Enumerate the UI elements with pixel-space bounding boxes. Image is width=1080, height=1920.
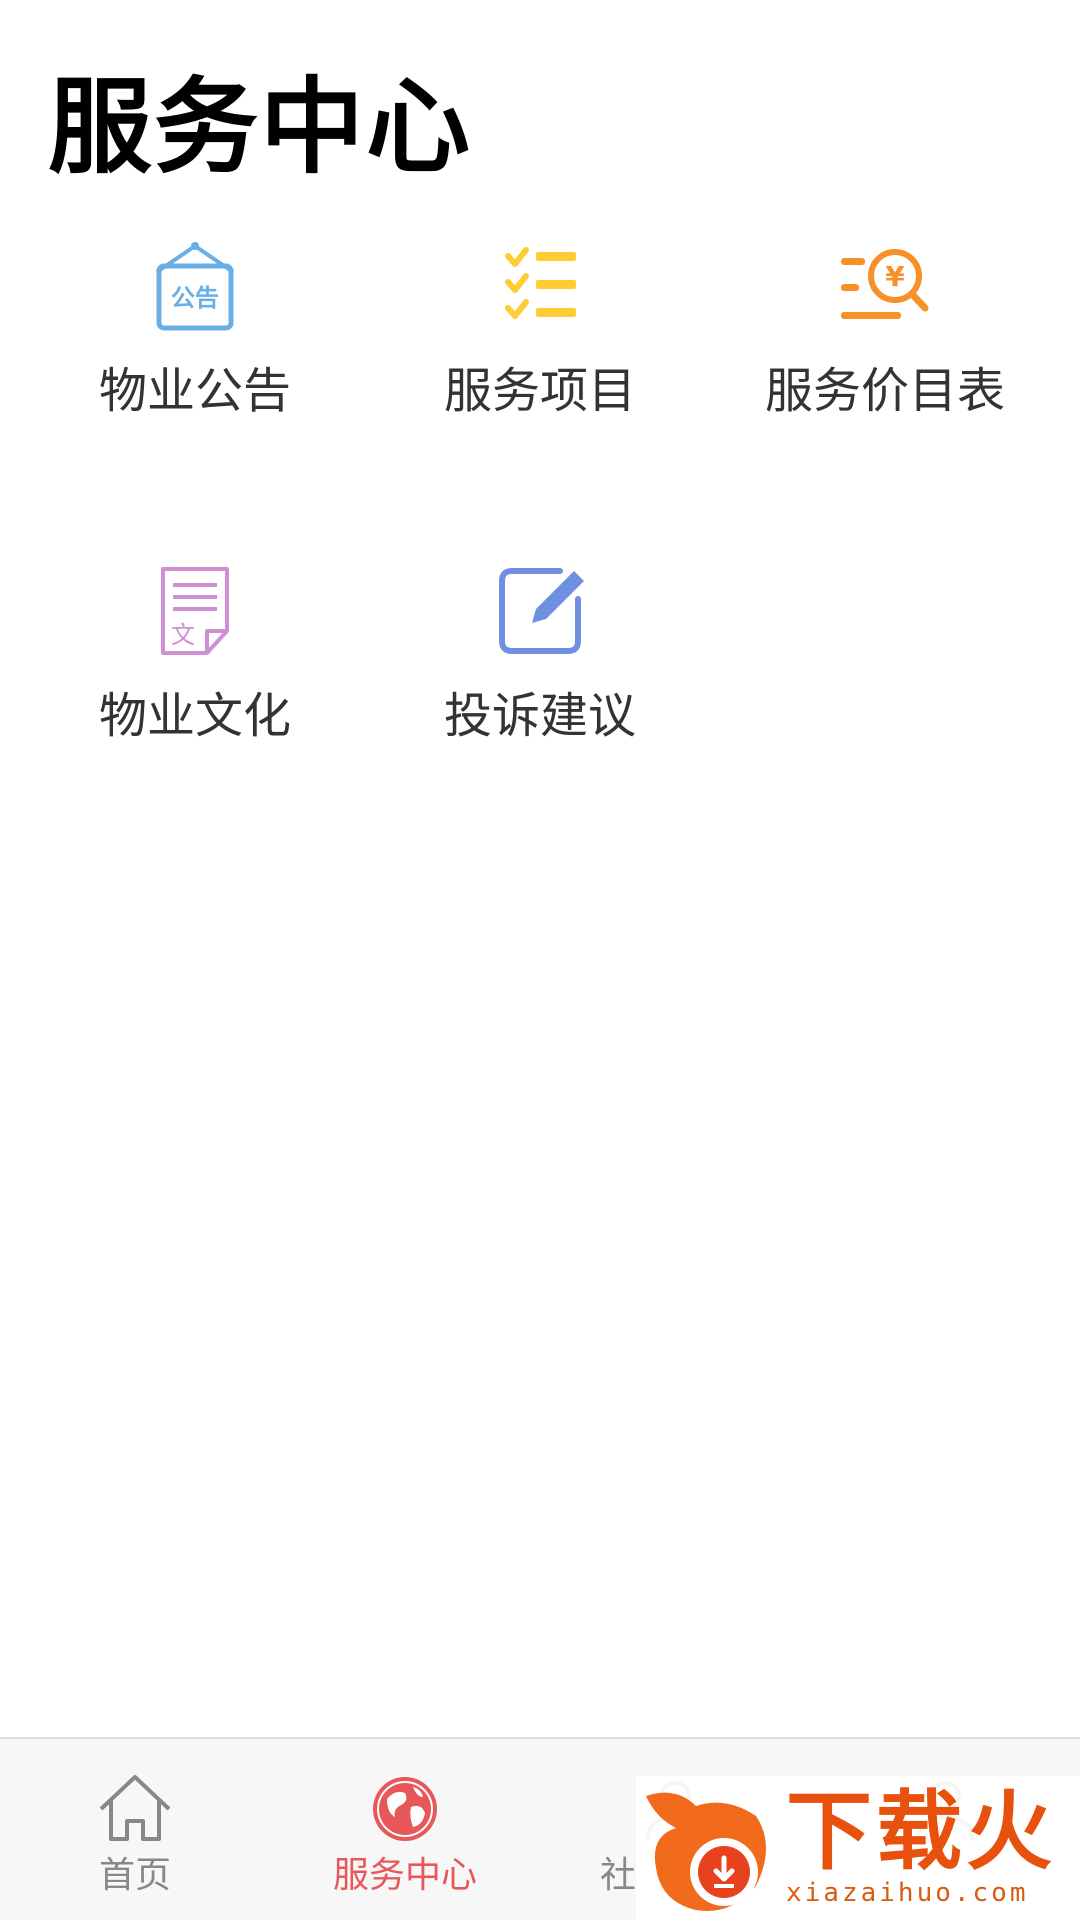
service-item-projects[interactable]: 服务项目 xyxy=(360,236,720,486)
service-item-culture[interactable]: 文 物业文化 xyxy=(15,561,375,811)
tab-home[interactable]: 首页 xyxy=(0,1739,270,1920)
service-label: 物业文化 xyxy=(98,688,291,744)
tab-label: 服务中心 xyxy=(332,1855,477,1896)
page-title: 服务中心 xyxy=(48,66,473,188)
service-label: 投诉建议 xyxy=(443,688,636,744)
edit-icon xyxy=(499,568,584,654)
screen: 服务中心 公告 物业公告 服务项目 ¥ 服务价目表 文 物业文化 投诉建议 首页… xyxy=(0,0,1080,1920)
document-icon: 文 xyxy=(161,567,229,655)
service-item-notice[interactable]: 公告 物业公告 xyxy=(15,236,375,486)
notice-board-icon: 公告 xyxy=(155,242,235,331)
document-icon-text: 文 xyxy=(171,621,195,649)
checklist-icon xyxy=(505,247,576,319)
watermark-text: 下载火 xyxy=(786,1782,1056,1882)
watermark: 下载火 xiazaihuo.com xyxy=(636,1776,1080,1920)
home-icon xyxy=(99,1775,171,1841)
price-search-icon-text: ¥ xyxy=(885,260,905,293)
tab-label: 首页 xyxy=(98,1855,171,1896)
price-search-icon: ¥ xyxy=(841,249,929,319)
service-label: 服务价目表 xyxy=(764,363,1005,419)
globe-icon xyxy=(373,1777,437,1841)
notice-board-icon-text: 公告 xyxy=(171,284,219,312)
fire-logo-icon xyxy=(646,1792,766,1911)
service-label: 物业公告 xyxy=(98,363,291,419)
watermark-url: xiazaihuo.com xyxy=(786,1878,1029,1908)
service-item-complaints[interactable]: 投诉建议 xyxy=(360,561,720,811)
tab-service-center[interactable]: 服务中心 xyxy=(270,1739,540,1920)
service-label: 服务项目 xyxy=(443,363,636,419)
service-item-price-list[interactable]: ¥ 服务价目表 xyxy=(705,236,1065,486)
